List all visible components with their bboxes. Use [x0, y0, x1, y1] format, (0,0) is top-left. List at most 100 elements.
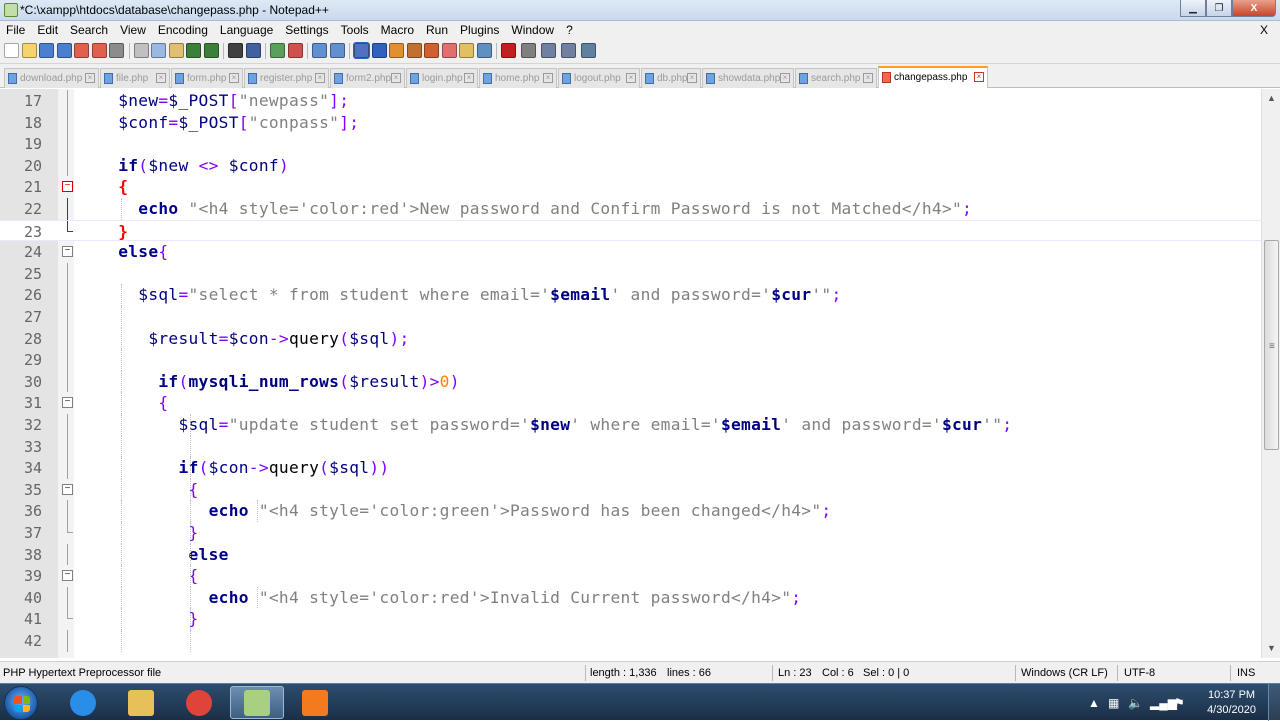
signal-icon[interactable]: ▂▄▆ [1150, 696, 1177, 710]
tab-download[interactable]: download.php × [4, 68, 99, 88]
taskbar-notepadpp[interactable] [230, 686, 284, 719]
code-line[interactable]: 20 if($new <> $conf) [0, 154, 1261, 177]
taskbar-chrome[interactable] [172, 686, 226, 719]
new-file-icon[interactable] [4, 43, 19, 58]
volume-icon[interactable]: 🔈 [1128, 696, 1143, 710]
sync-vertical-icon[interactable] [312, 43, 327, 58]
stop-record-icon[interactable] [521, 43, 536, 58]
minimize-button[interactable]: ▁ [1180, 0, 1206, 17]
paste-icon[interactable] [168, 43, 184, 58]
tab-close-icon[interactable]: × [543, 73, 553, 83]
tab-close-icon[interactable]: × [85, 73, 95, 83]
save-macro-icon[interactable] [581, 43, 596, 58]
open-file-icon[interactable] [21, 43, 37, 58]
menu-settings[interactable]: Settings [279, 23, 334, 37]
menu-file[interactable]: File [0, 23, 31, 37]
close-button[interactable]: X [1232, 0, 1276, 17]
code-line[interactable]: 21 − { [0, 176, 1261, 198]
cut-icon[interactable] [133, 43, 149, 58]
maximize-button[interactable]: ❐ [1206, 0, 1232, 17]
tab-close-icon[interactable]: × [229, 73, 239, 83]
tab-logout[interactable]: logout.php × [558, 68, 640, 88]
save-all-icon[interactable] [56, 43, 72, 58]
close-all-icon[interactable] [91, 43, 107, 58]
tab-form[interactable]: form.php × [171, 68, 243, 88]
playback-icon[interactable] [541, 43, 556, 58]
print-icon[interactable] [109, 43, 124, 58]
vertical-scrollbar[interactable]: ▲ ≡ ▼ [1261, 89, 1280, 658]
tab-close-icon[interactable]: × [780, 73, 790, 83]
fold-toggle-icon[interactable]: − [62, 570, 73, 582]
code-line[interactable]: 23 } [0, 219, 1261, 242]
monitoring-icon[interactable] [476, 43, 492, 58]
tab-close-icon[interactable]: × [974, 72, 984, 82]
replace-icon[interactable] [245, 43, 261, 58]
scrollbar-thumb[interactable]: ≡ [1264, 240, 1279, 450]
tab-db[interactable]: db.php × [641, 68, 701, 88]
clock[interactable]: 10:37 PM 4/30/2020 [1207, 688, 1256, 718]
show-desktop-button[interactable] [1268, 684, 1280, 721]
tab-file[interactable]: file.php × [100, 68, 170, 88]
code-line[interactable]: 30 if(mysqli_num_rows($result)>0) [0, 370, 1261, 393]
fold-toggle-icon[interactable]: − [62, 246, 73, 258]
tab-search[interactable]: search.php × [795, 68, 877, 88]
zoom-in-icon[interactable] [270, 43, 285, 58]
menu-help[interactable]: ? [560, 23, 579, 37]
scroll-down-icon[interactable]: ▼ [1264, 641, 1279, 656]
fold-toggle-icon[interactable]: − [62, 483, 73, 495]
menu-edit[interactable]: Edit [31, 23, 64, 37]
menu-macro[interactable]: Macro [375, 23, 420, 37]
code-line[interactable]: 22 echo "<h4 style='color:red'>New passw… [0, 198, 1261, 220]
show-hidden-icons-icon[interactable]: ▲ [1088, 696, 1100, 710]
menu-tools[interactable]: Tools [335, 23, 375, 37]
taskbar-file-explorer[interactable] [114, 686, 168, 719]
save-icon[interactable] [39, 43, 54, 58]
user-lang-icon[interactable] [406, 43, 422, 58]
tab-showdata[interactable]: showdata.php × [702, 68, 794, 88]
close-document-button[interactable]: X [1254, 23, 1274, 37]
folder-workspace-icon[interactable] [459, 43, 474, 58]
taskbar-xampp[interactable] [288, 686, 342, 719]
all-chars-icon[interactable] [371, 43, 387, 58]
tab-close-icon[interactable]: × [315, 73, 325, 83]
find-icon[interactable] [228, 43, 243, 58]
fold-toggle-icon[interactable]: − [62, 181, 73, 193]
menu-window[interactable]: Window [505, 23, 560, 37]
code-line[interactable]: 27 [0, 306, 1261, 328]
sync-horizontal-icon[interactable] [329, 43, 345, 58]
code-line[interactable]: 31 − { [0, 392, 1261, 414]
tab-close-icon[interactable]: × [391, 73, 401, 83]
tab-close-icon[interactable]: × [626, 73, 636, 83]
menu-language[interactable]: Language [214, 23, 279, 37]
code-line[interactable]: 19 [0, 133, 1261, 155]
redo-icon[interactable] [203, 43, 219, 58]
network-device-icon[interactable]: ▦ [1108, 696, 1119, 710]
scroll-up-icon[interactable]: ▲ [1264, 91, 1279, 106]
undo-icon[interactable] [186, 43, 201, 58]
tab-login[interactable]: login.php × [406, 68, 478, 88]
record-macro-icon[interactable] [501, 43, 516, 58]
word-wrap-icon[interactable] [353, 42, 370, 59]
tab-register[interactable]: register.php × [244, 68, 329, 88]
menu-plugins[interactable]: Plugins [454, 23, 505, 37]
code-line[interactable]: 17 $new=$_POST["newpass"]; [0, 90, 1261, 112]
function-list-icon[interactable] [441, 43, 457, 58]
code-line[interactable]: 29 [0, 349, 1261, 371]
zoom-out-icon[interactable] [287, 43, 303, 58]
code-line[interactable]: 24 − else{ [0, 241, 1261, 263]
run-macro-multiple-icon[interactable] [561, 43, 576, 58]
code-line[interactable]: 18 $conf=$_POST["conpass"]; [0, 111, 1261, 134]
tab-home[interactable]: home.php × [479, 68, 557, 88]
tab-close-icon[interactable]: × [687, 73, 697, 83]
code-editor[interactable]: 17 $new=$_POST["newpass"]; 18 $conf=$_POS… [0, 89, 1261, 658]
tab-form2[interactable]: form2.php × [330, 68, 405, 88]
action-center-icon[interactable]: ⚑ [1174, 696, 1185, 710]
fold-toggle-icon[interactable]: − [62, 397, 73, 409]
code-line[interactable]: 26 $sql="select * from student where ema… [0, 284, 1261, 306]
code-line[interactable]: 25 [0, 262, 1261, 285]
code-line[interactable]: 28 $result=$con->query($sql); [0, 327, 1261, 350]
tab-close-icon[interactable]: × [863, 73, 873, 83]
menu-view[interactable]: View [114, 23, 152, 37]
menu-search[interactable]: Search [64, 23, 114, 37]
copy-icon[interactable] [151, 43, 166, 58]
